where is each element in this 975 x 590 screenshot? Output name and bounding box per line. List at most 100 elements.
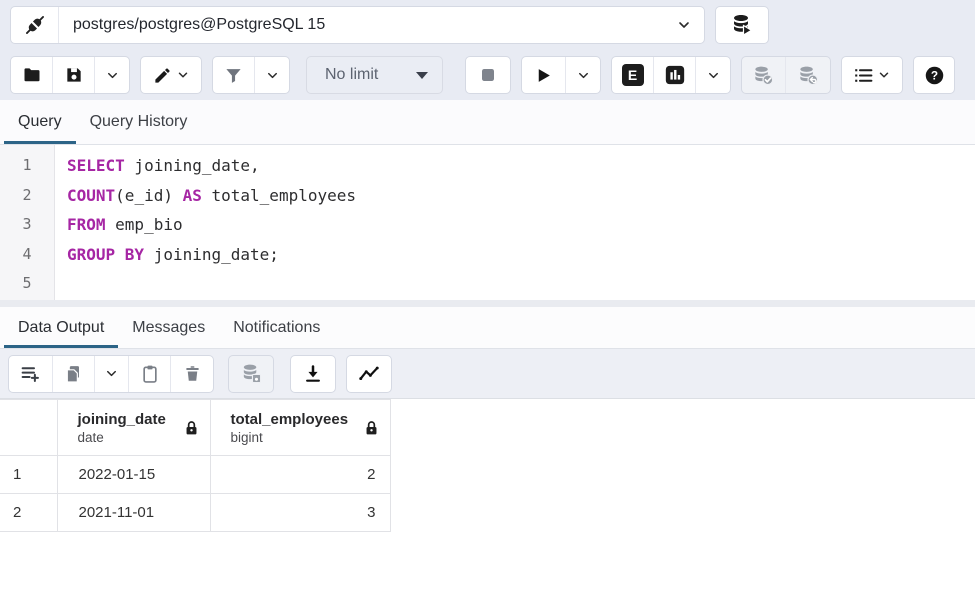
- execute-dropdown-button[interactable]: [566, 57, 600, 93]
- transaction-button-group: [741, 56, 831, 94]
- add-row-button[interactable]: [9, 356, 53, 392]
- filter-button[interactable]: [213, 57, 255, 93]
- code-line: FROM emp_bio: [67, 210, 975, 240]
- chevron-down-icon: [104, 366, 119, 381]
- play-icon: [534, 66, 553, 85]
- column-header-total-employees[interactable]: total_employees bigint: [210, 400, 390, 456]
- folder-icon: [22, 65, 42, 85]
- edit-dropdown-button[interactable]: [141, 57, 201, 93]
- connection-label: postgres/postgres@PostgreSQL 15: [59, 16, 325, 34]
- chevron-down-icon: [676, 17, 692, 33]
- editor-tabbar: Query Query History: [0, 100, 975, 145]
- chevron-down-icon: [576, 68, 591, 83]
- numbered-list-icon: [853, 65, 874, 86]
- results-toolbar: [0, 349, 975, 399]
- query-toolbar: No limit E: [0, 50, 975, 100]
- save-data-changes-button[interactable]: [229, 356, 273, 392]
- row-limit-select[interactable]: No limit: [306, 56, 443, 94]
- connection-status-icon: [11, 7, 59, 43]
- sql-editor[interactable]: 1 2 3 4 5 SELECT joining_date, COUNT(e_i…: [0, 145, 975, 300]
- download-button-group: [290, 355, 336, 393]
- tab-query-label: Query: [18, 113, 62, 131]
- row-number-cell[interactable]: 2: [0, 494, 57, 532]
- table-row: 2 2021-11-01 3: [0, 494, 390, 532]
- code-line: GROUP BY joining_date;: [67, 240, 975, 270]
- database-check-icon: [752, 64, 775, 87]
- copy-button[interactable]: [53, 356, 95, 392]
- lock-icon: [183, 419, 200, 436]
- cell-total-employees[interactable]: 2: [210, 456, 390, 494]
- macros-dropdown-button[interactable]: [842, 57, 902, 93]
- commit-button[interactable]: [742, 57, 786, 93]
- clipboard-icon: [140, 364, 160, 384]
- chevron-down-icon: [877, 68, 891, 82]
- open-file-button[interactable]: [11, 57, 53, 93]
- line-number: 5: [0, 269, 54, 299]
- rollback-button[interactable]: [786, 57, 830, 93]
- copy-icon: [64, 364, 84, 384]
- chart-button-group: [346, 355, 392, 393]
- help-button[interactable]: ?: [914, 57, 954, 93]
- save-data-button-group: [228, 355, 274, 393]
- delete-row-button[interactable]: [171, 356, 213, 392]
- tab-data-output-label: Data Output: [18, 319, 104, 337]
- tab-query-history-label: Query History: [90, 113, 188, 131]
- help-button-group: ?: [913, 56, 955, 94]
- trash-icon: [183, 364, 202, 383]
- tab-data-output[interactable]: Data Output: [4, 307, 118, 348]
- save-file-button[interactable]: [53, 57, 95, 93]
- line-number: 2: [0, 181, 54, 211]
- explain-analyze-button[interactable]: [654, 57, 696, 93]
- database-undo-icon: [797, 64, 820, 87]
- row-number-header[interactable]: [0, 400, 57, 456]
- download-button[interactable]: [291, 356, 335, 392]
- code-line: COUNT(e_id) AS total_employees: [67, 181, 975, 211]
- execute-button[interactable]: [522, 57, 566, 93]
- execute-button-group: [521, 56, 601, 94]
- add-row-icon: [20, 363, 41, 384]
- tab-query[interactable]: Query: [4, 100, 76, 144]
- tab-query-history[interactable]: Query History: [76, 100, 202, 144]
- chevron-down-icon: [265, 68, 280, 83]
- cell-joining-date[interactable]: 2021-11-01: [57, 494, 210, 532]
- copy-dropdown-button[interactable]: [95, 356, 129, 392]
- connection-selector[interactable]: postgres/postgres@PostgreSQL 15: [10, 6, 705, 44]
- tab-messages-label: Messages: [132, 319, 205, 337]
- row-limit-value: No limit: [307, 66, 378, 84]
- chevron-down-icon: [706, 68, 721, 83]
- question-circle-icon: ?: [924, 65, 945, 86]
- save-dropdown-button[interactable]: [95, 57, 129, 93]
- cell-total-employees[interactable]: 3: [210, 494, 390, 532]
- column-header-joining-date[interactable]: joining_date date: [57, 400, 210, 456]
- chevron-down-icon: [176, 68, 190, 82]
- explain-dropdown-button[interactable]: [696, 57, 730, 93]
- line-chart-icon: [358, 363, 380, 385]
- tab-messages[interactable]: Messages: [118, 307, 219, 348]
- code-line: SELECT joining_date,: [67, 151, 975, 181]
- paste-button[interactable]: [129, 356, 171, 392]
- dropdown-triangle-icon: [416, 72, 428, 79]
- pgadmin-query-tool: postgres/postgres@PostgreSQL 15: [0, 0, 975, 590]
- results-table: joining_date date: [0, 399, 391, 532]
- explain-button[interactable]: E: [612, 57, 654, 93]
- edit-button-group: [140, 56, 202, 94]
- bar-chart-badge-icon: [664, 64, 686, 86]
- stop-button-group: [465, 56, 511, 94]
- stop-button[interactable]: [466, 57, 510, 93]
- svg-text:?: ?: [930, 68, 937, 82]
- lock-icon: [363, 419, 380, 436]
- funnel-icon: [224, 66, 243, 85]
- row-number-cell[interactable]: 1: [0, 456, 57, 494]
- filter-dropdown-button[interactable]: [255, 57, 289, 93]
- stop-square-icon: [479, 66, 497, 84]
- explain-button-group: E: [611, 56, 731, 94]
- sql-code-area[interactable]: SELECT joining_date, COUNT(e_id) AS tota…: [55, 145, 975, 300]
- line-number-gutter: 1 2 3 4 5: [0, 145, 55, 300]
- new-connection-button[interactable]: [715, 6, 769, 44]
- tab-notifications[interactable]: Notifications: [219, 307, 334, 348]
- grid-edit-button-group: [8, 355, 214, 393]
- panel-splitter[interactable]: [0, 300, 975, 307]
- output-tabbar: Data Output Messages Notifications: [0, 307, 975, 349]
- graph-visualiser-button[interactable]: [347, 356, 391, 392]
- cell-joining-date[interactable]: 2022-01-15: [57, 456, 210, 494]
